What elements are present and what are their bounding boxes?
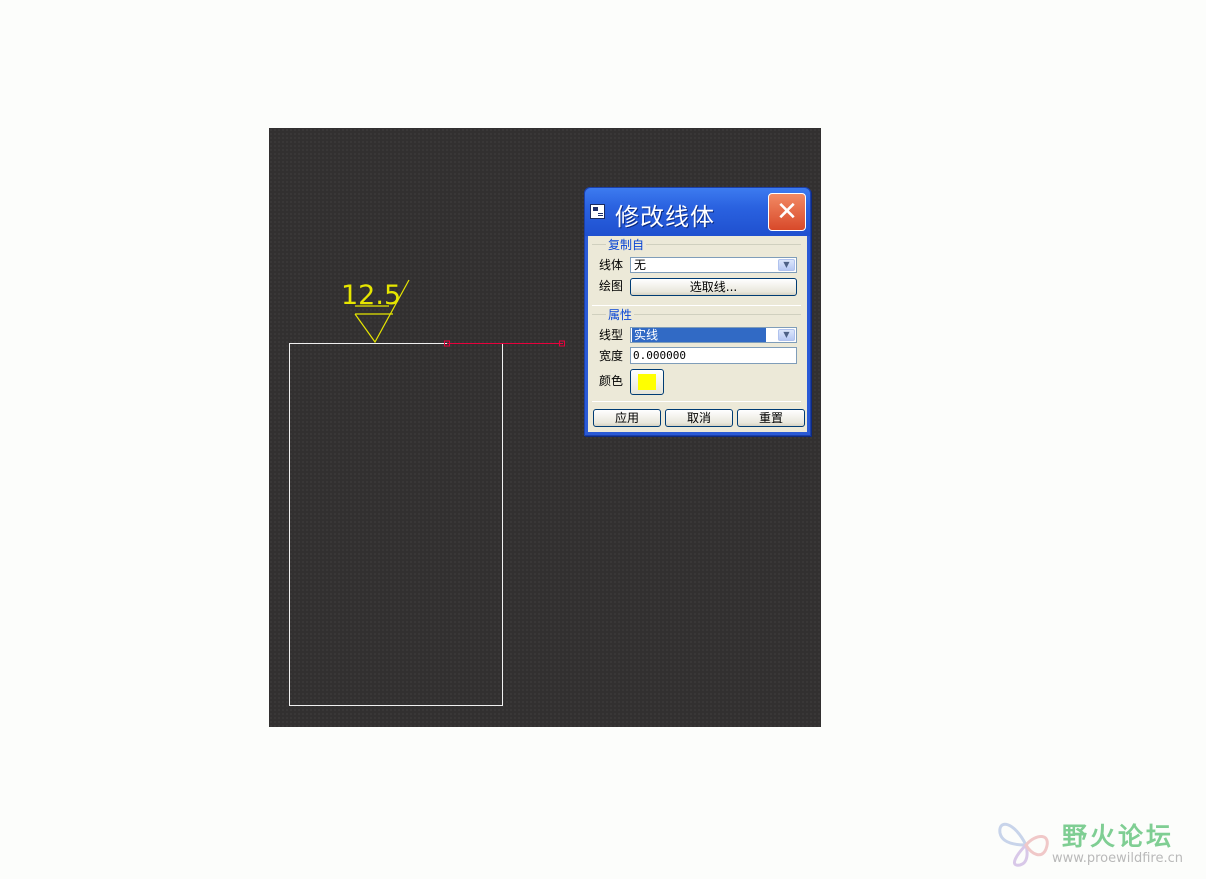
butterfly-logo-icon (998, 822, 1049, 867)
color-button[interactable] (630, 369, 664, 395)
watermark-url: www.proewildfire.cn (1052, 851, 1183, 866)
chevron-down-icon[interactable]: ▼ (778, 329, 795, 341)
dialog-body: 复制自 线体 无 ▼ 绘图 选取线... 属性 线型 实线 ▼ 宽度 0.000… (588, 236, 807, 432)
cancel-button[interactable]: 取消 (665, 409, 733, 427)
forum-watermark: 野火论坛 www.proewildfire.cn (996, 815, 1196, 871)
modify-line-style-dialog: 修改线体 ✕ 复制自 线体 无 ▼ 绘图 选取线... 属性 线型 实线 ▼ 宽… (584, 187, 811, 436)
dialog-titlebar[interactable]: 修改线体 ✕ (585, 188, 810, 236)
screen: 12.5 修改线体 ✕ 复制自 线体 无 ▼ 绘图 选取线... 属性 线型 实… (0, 0, 1206, 879)
color-swatch (638, 374, 656, 390)
copy-from-group (592, 244, 801, 306)
select-line-button[interactable]: 选取线... (630, 278, 797, 296)
close-button[interactable]: ✕ (768, 193, 806, 231)
drawing-label: 绘图 (599, 279, 624, 293)
line-style-label: 线体 (599, 258, 624, 272)
dialog-title: 修改线体 (615, 203, 715, 231)
watermark-title: 野火论坛 (1062, 822, 1175, 851)
copy-from-group-label: 复制自 (606, 238, 647, 252)
window-icon (590, 204, 605, 219)
line-type-select[interactable]: 实线 ▼ (630, 327, 797, 343)
selected-line[interactable] (444, 340, 565, 347)
attributes-group-label: 属性 (606, 308, 635, 322)
width-input[interactable]: 0.000000 (630, 347, 797, 364)
close-icon: ✕ (776, 197, 798, 227)
surface-finish-symbol[interactable]: 12.5 (341, 279, 410, 344)
roughness-value: 12.5 (341, 280, 401, 311)
chevron-down-icon[interactable]: ▼ (778, 259, 795, 271)
line-type-label: 线型 (599, 328, 624, 342)
color-label: 颜色 (599, 374, 624, 388)
line-style-value: 无 (634, 258, 647, 272)
width-label: 宽度 (599, 349, 624, 363)
line-style-select[interactable]: 无 ▼ (630, 257, 797, 273)
reset-button[interactable]: 重置 (737, 409, 805, 427)
part-outline[interactable] (289, 343, 503, 706)
line-type-value: 实线 (632, 328, 766, 342)
apply-button[interactable]: 应用 (593, 409, 661, 427)
